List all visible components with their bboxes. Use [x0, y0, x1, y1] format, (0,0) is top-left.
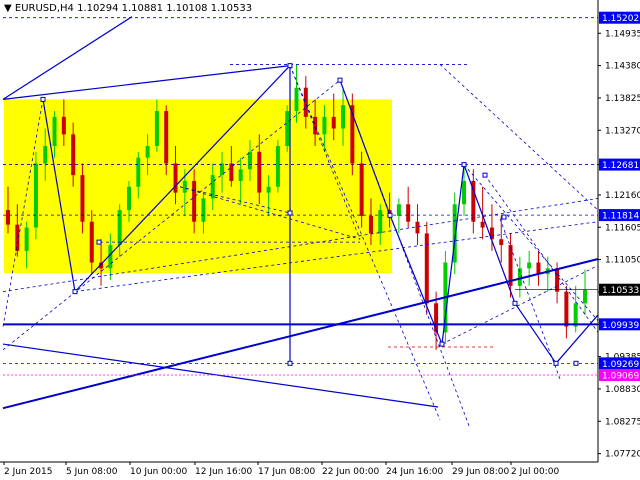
low-value: 1.10108 [166, 3, 208, 14]
pivot-marker [387, 212, 393, 218]
candle-down [6, 210, 10, 225]
price-tick-label: 1.14935 [605, 29, 640, 39]
candle-up [266, 186, 271, 193]
pivot-marker [40, 96, 46, 102]
time-tick-label: 17 Jun 08:00 [258, 467, 315, 477]
price-tick-label: 1.13825 [605, 94, 640, 104]
candle-down [313, 116, 318, 135]
candle-up [238, 169, 243, 181]
candle-down [89, 221, 94, 263]
candle-down [192, 180, 197, 222]
time-tick-label: 24 Jun 16:00 [386, 467, 443, 477]
time-tick-label: 29 Jun 08:00 [452, 467, 509, 477]
price-tick-label: 1.11605 [605, 223, 640, 233]
price-tick-label: 1.14380 [605, 62, 640, 72]
candle-up [24, 227, 29, 251]
open-value: 1.10294 [77, 3, 119, 14]
level-tag-label: 1.09069 [602, 372, 639, 382]
pivot-marker [287, 360, 293, 366]
chart-header: ▼ EURUSD,H4 1.10294 1.10881 1.10108 1.10… [4, 3, 252, 14]
candle-down [368, 215, 373, 234]
time-tick-label: 2 Jul 00:00 [511, 467, 560, 477]
pivot-marker [287, 210, 293, 216]
price-tick-label: 1.08830 [605, 385, 640, 395]
candle-up [583, 289, 587, 304]
pivot-marker [337, 77, 343, 83]
candle-up [182, 180, 187, 193]
level-tag-label: 1.09269 [602, 360, 639, 370]
candle-up [33, 163, 38, 228]
symbol-label: EURUSD,H4 [14, 3, 74, 14]
time-tick-label: 12 Jun 16:00 [195, 467, 252, 477]
candle-down [564, 291, 569, 327]
candle-down [164, 111, 169, 164]
price-tick-label: 1.08275 [605, 417, 640, 427]
candle-down [359, 163, 364, 216]
candle-up [378, 210, 383, 234]
price-chart[interactable]: 1.14935 1.14380 1.13825 1.13270 1.12681 1.121… [0, 0, 640, 480]
time-tick-label: 10 Jun 00:00 [130, 467, 187, 477]
chart-area[interactable]: 1.14935 1.14380 1.13825 1.13270 1.12681 1.121… [0, 0, 640, 480]
candle-down [331, 116, 336, 129]
candle-up [126, 186, 131, 211]
time-tick-label: 22 Jun 00:00 [322, 467, 379, 477]
candle-up [136, 157, 141, 187]
level-tag-label: 1.12681 [602, 161, 639, 171]
candle-down [257, 151, 262, 193]
pivot-marker [501, 214, 507, 220]
candle-down [499, 239, 504, 246]
candle-down [61, 116, 66, 135]
candle-down [424, 233, 429, 304]
pivot-marker [482, 172, 488, 178]
candle-up [294, 87, 299, 112]
candle-up [285, 111, 290, 146]
candle-down [406, 204, 411, 222]
candle-down [71, 134, 76, 176]
candle-up [210, 175, 215, 199]
candle-down [555, 268, 560, 292]
pivot-marker [512, 300, 518, 306]
close-value: 1.10533 [210, 3, 253, 14]
price-tick-label: 1.13270 [605, 126, 640, 136]
candle-up [527, 262, 532, 269]
candle-up [52, 116, 57, 146]
candle-up [341, 105, 346, 129]
pivot-marker [573, 360, 579, 366]
candle-down [480, 221, 485, 228]
pivot-marker [96, 239, 102, 245]
time-tick-label: 2 Jun 2015 [4, 467, 52, 477]
level-tag-label: 1.10533 [602, 286, 639, 296]
candle-up [462, 180, 467, 205]
level-tag-label: 1.15202 [602, 14, 639, 24]
high-value: 1.10881 [121, 3, 163, 14]
pivot-marker [287, 63, 293, 69]
time-tick-label: 5 Jun 08:00 [66, 467, 118, 477]
pivot-marker [439, 341, 445, 347]
pivot-marker [461, 162, 467, 168]
candle-up [201, 198, 206, 222]
price-tick-label: 1.07720 [605, 450, 640, 460]
candle-up [573, 303, 578, 327]
candle-up [275, 145, 280, 187]
price-tick-label: 1.12160 [605, 191, 640, 201]
candle-up [145, 145, 150, 158]
candle-up [322, 116, 327, 135]
candle-down [536, 262, 541, 275]
candle-up [154, 111, 159, 146]
level-tag-label: 1.09939 [602, 321, 639, 331]
pivot-marker [72, 289, 78, 295]
candle-up [396, 204, 401, 216]
pivot-marker [553, 360, 559, 366]
candle-down [303, 87, 308, 117]
candle-down [415, 221, 420, 234]
triangle-down-icon[interactable]: ▼ [4, 3, 12, 14]
candle-up [247, 151, 252, 170]
price-tick-label: 1.11050 [605, 256, 640, 266]
candle-up [43, 145, 48, 164]
level-tag-label: 1.11814 [602, 212, 639, 222]
